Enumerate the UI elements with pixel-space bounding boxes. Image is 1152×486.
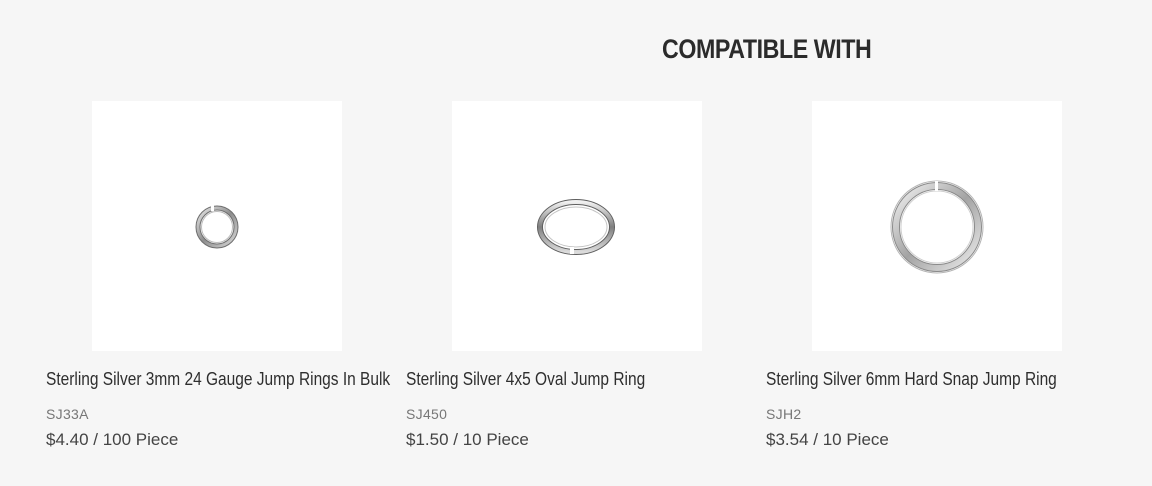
product-price: $4.40 / 100 Piece xyxy=(46,430,179,449)
product-name-link[interactable]: Sterling Silver 4x5 Oval Jump Ring xyxy=(406,369,645,390)
product-name-link[interactable]: Sterling Silver 3mm 24 Gauge Jump Rings … xyxy=(46,369,390,390)
section-title: COMPATIBLE WITH xyxy=(662,34,872,64)
product-image-link[interactable] xyxy=(92,101,342,351)
product-price: $3.54 / 10 Piece xyxy=(766,430,889,449)
product-sku: SJ450 xyxy=(406,406,448,422)
oval-jump-ring-icon xyxy=(537,199,615,255)
round-jump-ring-small-icon xyxy=(195,205,239,249)
product-image-link[interactable] xyxy=(812,101,1062,351)
product-name-link[interactable]: Sterling Silver 6mm Hard Snap Jump Ring xyxy=(766,369,1057,390)
product-sku: SJH2 xyxy=(766,406,802,422)
product-image-link[interactable] xyxy=(452,101,702,351)
round-jump-ring-large-icon xyxy=(890,180,984,274)
product-price: $1.50 / 10 Piece xyxy=(406,430,529,449)
product-sku: SJ33A xyxy=(46,406,89,422)
